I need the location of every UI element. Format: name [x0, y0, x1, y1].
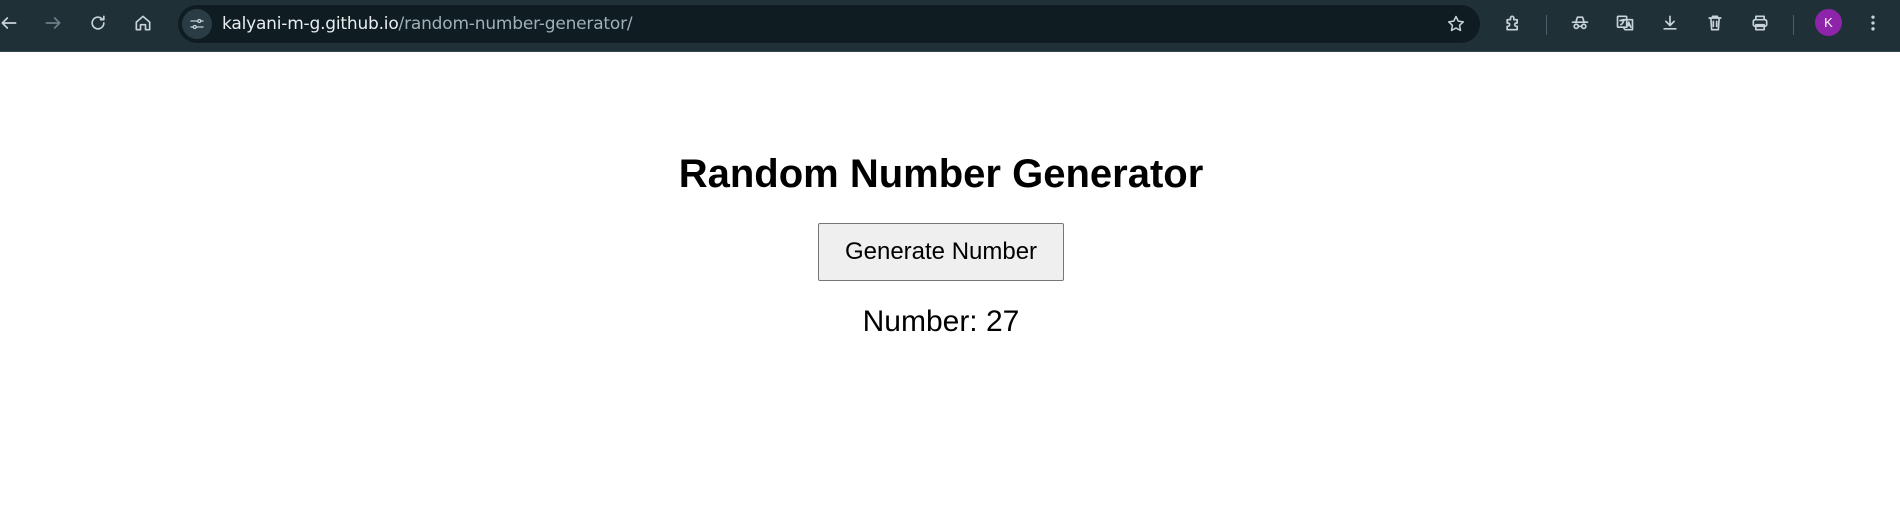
home-icon [135, 15, 151, 31]
page-title: Random Number Generator [678, 152, 1204, 196]
home-button[interactable] [126, 6, 160, 40]
site-info-button[interactable] [182, 9, 212, 39]
translate-button[interactable] [1608, 6, 1642, 40]
extensions-icon [1506, 15, 1518, 31]
forward-icon [45, 17, 61, 29]
url-path: /random-number-generator/ [398, 14, 633, 34]
incognito-icon [1571, 16, 1589, 30]
url-text[interactable]: kalyani-m-g.github.io/random-number-gene… [222, 5, 633, 43]
forward-button[interactable] [36, 6, 70, 40]
generate-number-button[interactable]: Generate Number [818, 223, 1064, 281]
address-bar[interactable]: kalyani-m-g.github.io/random-number-gene… [178, 5, 1480, 43]
incognito-button[interactable] [1563, 6, 1597, 40]
toolbar-divider [1793, 15, 1794, 35]
back-button[interactable] [0, 6, 26, 40]
delete-button[interactable] [1698, 6, 1732, 40]
back-icon [1, 17, 17, 29]
print-icon [1752, 15, 1768, 31]
menu-icon [1871, 15, 1875, 31]
translate-icon [1616, 15, 1634, 31]
download-button[interactable] [1653, 6, 1687, 40]
toolbar-divider [1546, 15, 1547, 35]
profile-avatar[interactable]: K [1815, 9, 1842, 36]
result-value: 27 [986, 305, 1020, 338]
print-button[interactable] [1743, 6, 1777, 40]
download-icon [1663, 15, 1677, 30]
bookmark-star-icon [1447, 15, 1465, 32]
result-label: Number: [862, 305, 978, 338]
browser-toolbar: kalyani-m-g.github.io/random-number-gene… [0, 0, 1900, 52]
site-info-icon [190, 18, 204, 30]
menu-button[interactable] [1856, 6, 1890, 40]
reload-button[interactable] [81, 6, 115, 40]
url-host: kalyani-m-g.github.io [222, 14, 399, 34]
extensions-button[interactable] [1496, 6, 1530, 40]
bookmark-button[interactable] [1440, 8, 1472, 40]
delete-icon [1708, 15, 1722, 31]
reload-icon [91, 15, 105, 30]
result-text: Number: 27 [0, 304, 1882, 340]
